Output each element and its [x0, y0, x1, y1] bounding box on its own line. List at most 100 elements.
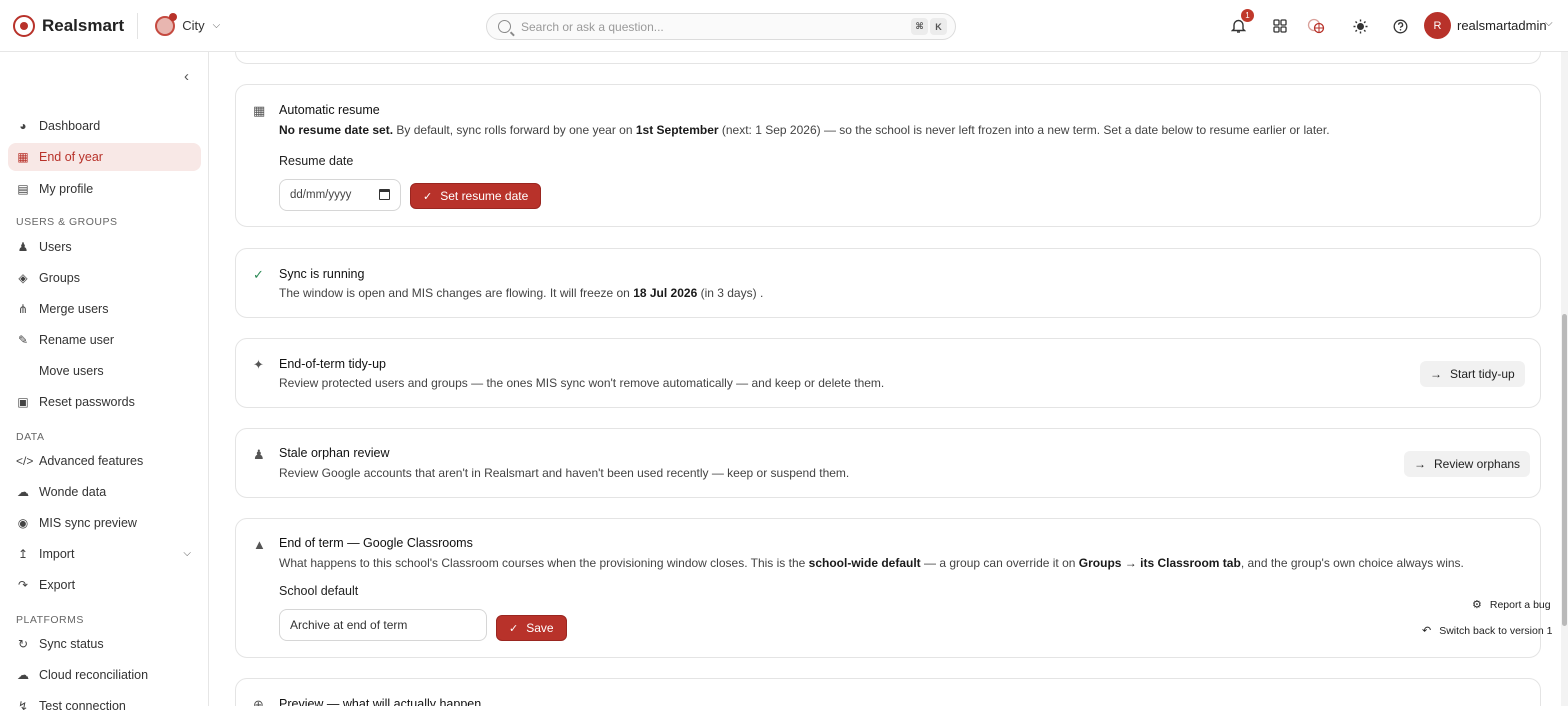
collapse-sidebar-icon[interactable]: ‹: [184, 68, 189, 85]
card-description: Review protected users and groups — the …: [279, 376, 885, 390]
sidebar-item-label: Rename user: [39, 333, 115, 347]
apps-grid-icon: [1273, 19, 1287, 33]
avatar[interactable]: R: [1424, 12, 1451, 39]
calendar-icon: ▦: [253, 103, 266, 118]
search-input[interactable]: Search or ask a question... ⌘ K: [486, 13, 956, 40]
undo-icon: ↶: [1422, 625, 1432, 637]
sidebar-item-end-of-year[interactable]: ▦ End of year: [8, 143, 201, 171]
sidebar-item-mis-sync-preview[interactable]: ◉ MIS sync preview: [8, 509, 201, 537]
button-label: Review orphans: [1434, 457, 1521, 471]
scrollbar[interactable]: [1561, 52, 1568, 706]
desc-text: By default, sync rolls forward by one ye…: [393, 123, 636, 137]
kbd-cmd: ⌘: [911, 18, 928, 35]
sidebar-item-label: End of year: [39, 150, 103, 164]
sidebar-item-test-connection[interactable]: ↯ Test connection: [8, 692, 201, 720]
sidebar-item-export[interactable]: ↷ Export: [8, 571, 201, 599]
check-circle-icon: ✓: [253, 267, 264, 282]
bug-icon: ⚙: [1472, 599, 1482, 611]
sync-icon: ↻: [17, 637, 29, 651]
arrow-right-icon: →: [1414, 457, 1426, 471]
brand-name: Realsmart: [42, 15, 125, 35]
school-name: City: [182, 18, 205, 33]
sidebar-item-label: Users: [39, 240, 72, 254]
brand[interactable]: Realsmart: [13, 14, 125, 37]
user-menu-chevron-icon[interactable]: ⌵: [1545, 18, 1553, 29]
help-button[interactable]: [1390, 16, 1410, 36]
sidebar-item-merge-users[interactable]: ⋔ Merge users: [8, 295, 201, 323]
sync-status-card: ✓ Sync is running The window is open and…: [235, 248, 1541, 318]
start-tidy-up-button[interactable]: → Start tidy-up: [1420, 361, 1525, 387]
desc-text: The window is open and MIS changes are f…: [279, 286, 634, 300]
sidebar-item-import[interactable]: ↥ Import ⌵: [8, 540, 201, 568]
school-switcher[interactable]: City ⌵: [155, 12, 220, 36]
link-label: Report a bug: [1489, 598, 1551, 611]
set-resume-date-button[interactable]: ✓ Set resume date: [410, 183, 542, 209]
card-title: End-of-term tidy-up: [279, 357, 386, 371]
orphan-review-card: ♟ Stale orphan review Review Google acco…: [235, 428, 1541, 498]
save-button[interactable]: ✓ Save: [496, 615, 567, 641]
button-label: Save: [526, 621, 554, 635]
resume-date-label: Resume date: [279, 154, 354, 168]
plus-circle-icon: ⊕: [253, 697, 264, 706]
resume-date-input[interactable]: dd/mm/yyyy: [279, 179, 401, 211]
check-icon: ✓: [509, 622, 519, 635]
sidebar-item-label: Sync status: [39, 637, 104, 651]
desc-text: , and the group's own choice always wins…: [1240, 556, 1464, 570]
sidebar-item-label: Advanced features: [39, 454, 144, 468]
sidebar-item-move-users[interactable]: Move users: [8, 357, 201, 385]
card-title: End of term — Google Classrooms: [279, 536, 473, 550]
sidebar-item-wonde-data[interactable]: ☁ Wonde data: [8, 478, 201, 506]
previous-card: [235, 52, 1541, 64]
sidebar-item-label: Import: [39, 547, 75, 561]
graduation-cap-icon: ▲: [253, 537, 266, 552]
sidebar-item-label: Move users: [39, 364, 104, 378]
link-label: Switch back to version 1: [1439, 624, 1553, 637]
card-description: No resume date set. By default, sync rol…: [279, 123, 1330, 137]
scrollbar-thumb[interactable]: [1562, 314, 1567, 626]
desc-bold: 1st September: [635, 123, 719, 137]
dashboard-icon: ◕: [19, 119, 27, 133]
classroom-card: ▲ End of term — Google Classrooms What h…: [235, 518, 1541, 658]
card-title: Preview — what will actually happen: [279, 697, 482, 706]
sidebar-item-cloud-reconciliation[interactable]: ☁ Cloud reconciliation: [8, 661, 201, 689]
sidebar-item-dashboard[interactable]: ◕ Dashboard: [8, 112, 201, 140]
report-bug-link[interactable]: ⚙ Report a bug: [1472, 598, 1551, 612]
desc-bold: 18 Jul 2026: [633, 286, 698, 300]
sidebar-item-reset-passwords[interactable]: ▣ Reset passwords: [8, 388, 201, 416]
card-description: What happens to this school's Classroom …: [279, 556, 1464, 570]
switch-version-link[interactable]: ↶ Switch back to version 1: [1422, 624, 1553, 638]
desc-bold: Groups → its Classroom tab: [1078, 556, 1241, 570]
school-default-select[interactable]: Archive at end of term: [279, 609, 487, 641]
section-heading-platforms: PLATFORMS: [16, 614, 84, 626]
brand-logo-icon: [13, 14, 35, 37]
sidebar-item-label: Export: [39, 578, 76, 592]
theme-button[interactable]: [1350, 16, 1370, 36]
select-value: Archive at end of term: [290, 618, 408, 632]
language-button[interactable]: [1306, 16, 1326, 36]
username[interactable]: realsmartadmin: [1457, 18, 1547, 33]
sidebar-item-my-profile[interactable]: ▤ My profile: [8, 175, 201, 203]
notifications-button[interactable]: 1: [1228, 9, 1254, 36]
calendar-picker-icon[interactable]: [379, 189, 390, 200]
layers-icon: ◈: [18, 271, 28, 285]
desc-text: What happens to this school's Classroom …: [279, 556, 809, 570]
calendar-icon: ▦: [17, 150, 29, 164]
sidebar-item-label: Test connection: [39, 699, 126, 713]
card-title: Sync is running: [279, 267, 365, 281]
sidebar-item-groups[interactable]: ◈ Groups: [8, 264, 201, 292]
sidebar-item-label: MIS sync preview: [39, 516, 137, 530]
desc-bold: school-wide default: [808, 556, 921, 570]
sidebar-item-advanced-features[interactable]: </> Advanced features: [8, 447, 201, 475]
date-placeholder: dd/mm/yyyy: [290, 189, 352, 201]
button-label: Start tidy-up: [1450, 367, 1515, 381]
chevron-down-icon: ⌵: [183, 548, 191, 559]
sidebar-item-sync-status[interactable]: ↻ Sync status: [8, 630, 201, 658]
search-placeholder: Search or ask a question...: [521, 19, 664, 34]
check-icon: ✓: [423, 190, 433, 203]
sidebar-item-rename-user[interactable]: ✎ Rename user: [8, 326, 201, 354]
export-icon: ↷: [17, 578, 29, 592]
desc-text: — a group can override it on: [920, 556, 1079, 570]
review-orphans-button[interactable]: → Review orphans: [1404, 451, 1531, 477]
apps-button[interactable]: [1270, 16, 1290, 36]
sidebar-item-users[interactable]: ♟ Users: [8, 233, 201, 261]
